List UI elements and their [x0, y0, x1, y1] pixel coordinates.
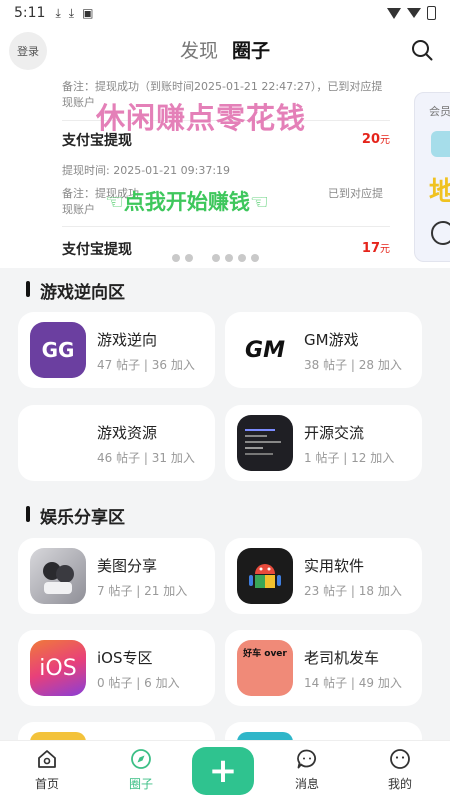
card-stats: 14 帖子 | 49 加入 [304, 676, 402, 690]
anime-image-icon [30, 548, 86, 604]
card-name: 游戏资源 [97, 424, 158, 442]
terminal-lines-icon [245, 429, 281, 455]
gm-logo-icon: GM [237, 322, 293, 378]
battery-icon [427, 6, 436, 20]
card-name: GM游戏 [304, 331, 359, 349]
nav-me-label: 我的 [387, 777, 412, 791]
side-card-label: 会员 [429, 105, 450, 118]
card-stats: 0 帖子 | 6 加入 [97, 676, 180, 690]
card-name: iOS专区 [97, 649, 153, 667]
nav-me[interactable]: 我的 [365, 747, 435, 792]
banner-carousel[interactable]: 备注：提现成功（到账时间2025-01-21 22:47:27），已到对应提现账… [0, 76, 450, 268]
nav-messages[interactable]: 消息 [272, 747, 342, 792]
card-stats: 23 帖子 | 18 加入 [304, 584, 402, 598]
side-card-avatar-icon [431, 221, 450, 245]
home-icon [38, 750, 56, 768]
circle-card-photo-share[interactable]: 美图分享 7 帖子 | 21 加入 [18, 538, 215, 614]
record-name: 支付宝提现 [62, 242, 132, 258]
divider [62, 226, 390, 227]
circle-card-partial[interactable] [18, 722, 215, 742]
record-time: 提现时间: 2025-01-21 09:37:19 [62, 164, 231, 177]
android-icon [237, 548, 293, 604]
compass-icon [131, 749, 151, 769]
download-icon: ⤓ [55, 5, 61, 20]
section-title-game-reverse: 游戏逆向区 [26, 278, 125, 303]
carousel-dot[interactable] [251, 254, 259, 262]
carousel-dots [172, 254, 259, 262]
card-name: 实用软件 [304, 557, 365, 575]
smile-icon [390, 749, 410, 769]
nav-home-label: 首页 [34, 777, 59, 791]
card-name: 美图分享 [97, 557, 158, 575]
ios-icon: iOS [30, 640, 86, 696]
circle-card-game-reverse[interactable]: GG 游戏逆向 47 帖子 | 36 加入 [18, 312, 215, 388]
status-bar: 5:11 ⤓ ⤓ ▣ [0, 0, 450, 26]
side-banner-card[interactable]: 会员 地 [414, 92, 450, 262]
signal-icon [407, 8, 421, 18]
card-stats: 7 帖子 | 21 加入 [97, 584, 188, 598]
blank-icon [30, 415, 86, 471]
card-stats: 46 帖子 | 31 加入 [97, 451, 195, 465]
message-icon [297, 749, 316, 769]
wifi-icon [387, 7, 401, 19]
carousel-dot[interactable] [225, 254, 233, 262]
side-card-icon [431, 131, 450, 157]
card-stats: 1 帖子 | 12 加入 [304, 451, 395, 465]
record-amount: 20元 [361, 132, 390, 147]
nav-circle[interactable]: 圈子 [106, 747, 176, 792]
nav-circle-label: 圈子 [128, 777, 153, 791]
tab-discover[interactable]: 发现 [180, 36, 218, 63]
carousel-dot[interactable] [212, 254, 220, 262]
record-note-tail: 已到对应提 [328, 187, 383, 200]
text-icon: ▣ [82, 6, 94, 20]
terminal-icon [237, 415, 293, 471]
banner-headline: 休闲赚点零花钱 [96, 101, 307, 135]
download-icon: ⤓ [68, 5, 75, 20]
carousel-dot[interactable] [172, 254, 180, 262]
card-stats: 47 帖子 | 36 加入 [97, 358, 195, 372]
bottom-nav: 首页 圈子 + 消息 我的 [0, 740, 450, 800]
carousel-dot[interactable] [238, 254, 246, 262]
side-card-char: 地 [429, 177, 450, 207]
circle-card-open-source[interactable]: 开源交流 1 帖子 | 12 加入 [225, 405, 422, 481]
record-amount: 17元 [361, 241, 390, 256]
circle-card-old-driver[interactable]: 好车 over 老司机发车 14 帖子 | 49 加入 [225, 630, 422, 706]
top-tabs: 发现 圈子 [0, 36, 450, 63]
banner-cta[interactable]: ☜点我开始赚钱☜ [105, 186, 269, 216]
status-time: 5:11 [14, 5, 46, 21]
card-stats: 38 帖子 | 28 加入 [304, 358, 402, 372]
carousel-dot[interactable] [185, 254, 193, 262]
section-title-entertainment: 娱乐分享区 [26, 503, 125, 528]
tab-circle[interactable]: 圈子 [232, 36, 270, 63]
circle-card-gm-game[interactable]: GM GM游戏 38 帖子 | 28 加入 [225, 312, 422, 388]
search-icon[interactable] [410, 38, 434, 62]
nav-home[interactable]: 首页 [12, 747, 82, 792]
plus-icon: + [208, 751, 238, 791]
add-post-button[interactable]: + [192, 747, 254, 795]
card-name: 游戏逆向 [97, 331, 158, 349]
nav-messages-label: 消息 [294, 777, 319, 791]
record-note: 现账户 [62, 203, 95, 216]
card-name: 老司机发车 [304, 649, 380, 667]
panda-meme-icon: 好车 over [237, 640, 293, 696]
top-bar: 登录 发现 圈子 [0, 26, 450, 76]
anime-figure-icon [43, 562, 74, 594]
card-name: 开源交流 [304, 424, 365, 442]
circle-card-game-resources[interactable]: 游戏资源 46 帖子 | 31 加入 [18, 405, 215, 481]
android-robot-icon [249, 564, 281, 588]
circle-card-partial[interactable] [225, 722, 422, 742]
circle-card-ios[interactable]: iOS iOS专区 0 帖子 | 6 加入 [18, 630, 215, 706]
circle-card-useful-software[interactable]: 实用软件 23 帖子 | 18 加入 [225, 538, 422, 614]
game-guardian-icon: GG [30, 322, 86, 378]
